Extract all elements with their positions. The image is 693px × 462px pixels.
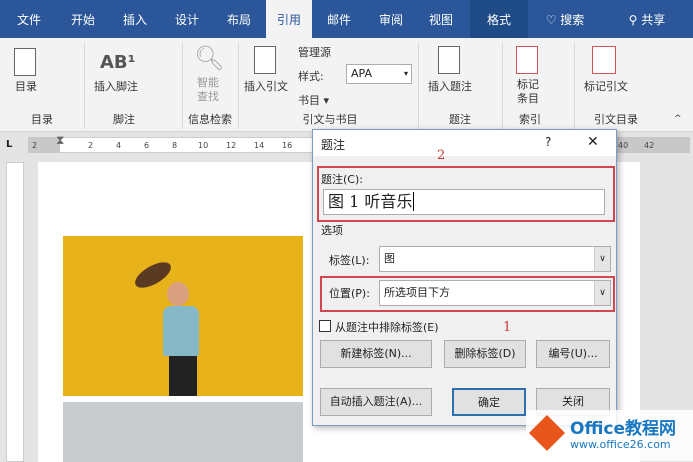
watermark-logo: Office教程网 www.office26.com [526,410,693,461]
close-icon[interactable]: ✕ [587,134,599,150]
annotation-1: 1 [503,320,512,335]
tab-home[interactable]: 开始 [62,0,104,38]
group-citations: 引文与书目 [302,113,358,126]
tab-format[interactable]: 格式 [470,0,528,38]
watermark-brand: Office教程网 [570,419,677,439]
ruler-tick: 8 [172,141,178,150]
ruler-tick: 16 [282,141,293,150]
tab-view[interactable]: 视图 [420,0,462,38]
tab-selector-icon[interactable]: L [6,139,20,153]
share-button[interactable]: ⚲ 共享 [620,0,674,38]
tab-design[interactable]: 设计 [166,0,208,38]
person-icon: ⚲ [628,13,638,27]
ruler-tick: 40 [618,141,629,150]
exclude-label-text: 从题注中排除标签(E) [335,321,439,334]
label-label: 标签(L): [329,254,370,267]
citation-icon [254,46,276,74]
insert-citation-button[interactable]: 插入引文 [240,78,292,94]
footnote-icon: AB¹ [100,52,136,73]
ruler-tick: 2 [32,141,38,150]
mark-entry-button[interactable]: 标记 条目 [510,78,546,106]
group-captions: 题注 [449,113,471,126]
smart-lookup-icon: 🔍︎ [194,44,225,72]
search-box[interactable]: ♡ 搜索 [538,0,592,38]
bibliography-button[interactable]: 书目 ▾ [298,92,329,108]
insert-footnote-button[interactable]: 插入脚注 [88,78,144,94]
caption-input[interactable]: 图 1 听音乐 [323,189,605,215]
share-label: 共享 [641,13,666,27]
search-label: 搜索 [560,13,585,27]
group-footnote: 脚注 [113,113,135,126]
mark-entry-icon [516,46,538,74]
group-research: 信息检索 [188,113,232,126]
watermark-url: www.office26.com [570,438,671,451]
tab-insert[interactable]: 插入 [114,0,156,38]
tab-layout[interactable]: 布局 [218,0,260,38]
style-select[interactable]: APA ▾ [346,64,412,84]
numbering-button[interactable]: 编号(U)... [536,340,610,368]
annotation-2: 2 [437,148,446,163]
label-select[interactable]: 图 ∨ [379,246,611,272]
toc-icon [14,48,36,76]
options-heading: 选项 [321,224,343,237]
vertical-ruler[interactable] [6,162,24,462]
ruler-tick: 10 [198,141,209,150]
toc-button[interactable]: 目录 [8,78,44,94]
chevron-down-icon: ∨ [594,281,610,305]
ruler-tick: 42 [644,141,655,150]
tab-mailings[interactable]: 邮件 [318,0,360,38]
tab-references[interactable]: 引用 [266,0,312,38]
caption-dialog: 题注 ? ✕ 2 题注(C): 图 1 听音乐 选项 标签(L): 图 ∨ 位置(… [312,129,617,426]
dialog-titlebar [313,130,616,156]
mark-citation-icon [592,46,616,74]
insert-caption-button[interactable]: 插入题注 [422,78,478,94]
new-label-button[interactable]: 新建标签(N)... [320,340,432,368]
mark-citation-button[interactable]: 标记引文 [578,78,634,94]
ribbon: 目录 目录 AB¹ 插入脚注 脚注 🔍︎ 智能 查找 信息检索 插入引文 管理源 … [0,38,693,132]
caption-icon [438,46,460,74]
help-button[interactable]: ? [545,135,551,149]
photo-music[interactable] [63,236,303,396]
photo-second[interactable] [63,402,303,462]
smart-lookup-button[interactable]: 智能 查找 [190,76,226,104]
position-label: 位置(P): [329,287,370,300]
dialog-title: 题注 [321,138,346,152]
tab-file[interactable]: 文件 [8,0,50,38]
manage-sources-button[interactable]: 管理源 [298,44,331,60]
collapse-ribbon-icon[interactable]: ^ [674,114,682,124]
group-toc: 目录 [31,113,53,126]
group-toa: 引文目录 [594,113,638,126]
ok-button[interactable]: 确定 [452,388,526,416]
style-label: 样式: [298,70,324,83]
ruler-tick: 14 [254,141,265,150]
ruler-tick: 4 [116,141,122,150]
ruler-tick: 12 [226,141,237,150]
ribbon-tabs: 文件 开始 插入 设计 布局 引用 邮件 审阅 视图 格式 ♡ 搜索 ⚲ 共享 [0,0,693,38]
delete-label-button[interactable]: 删除标签(D) [444,340,526,368]
exclude-label-checkbox[interactable] [319,320,331,332]
group-index: 索引 [519,113,541,126]
chevron-down-icon: ▾ [403,69,408,78]
tab-review[interactable]: 审阅 [370,0,412,38]
lightbulb-icon: ♡ [545,13,557,27]
ruler-tick: 6 [144,141,150,150]
autocaption-button[interactable]: 自动插入题注(A)... [320,388,432,416]
chevron-down-icon: ∨ [594,247,610,271]
indent-marker-icon[interactable]: ⧗ [56,133,64,148]
position-select[interactable]: 所选项目下方 ∨ [379,280,611,306]
ruler-tick: 2 [88,141,94,150]
caption-label: 题注(C): [321,173,363,186]
